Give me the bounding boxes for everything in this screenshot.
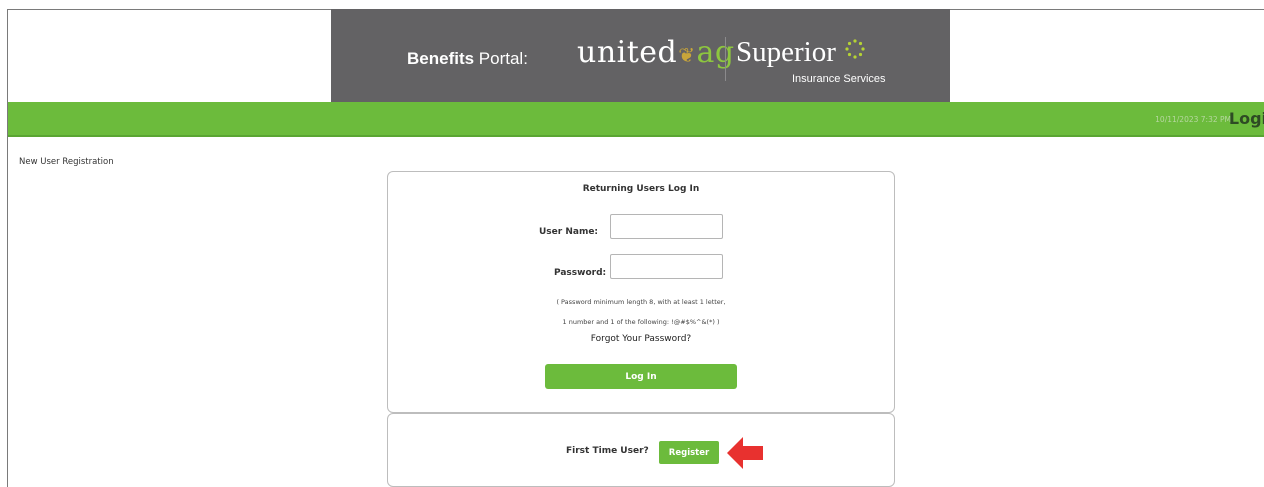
superior-logo-subtitle: Insurance Services [792, 73, 886, 85]
password-hint-line2: 1 number and 1 of the following: !@#$%^&… [562, 318, 720, 326]
login-button[interactable]: Log In [545, 364, 737, 389]
password-hint-line1: ( Password minimum length 8, with at lea… [556, 298, 726, 306]
register-panel: First Time User? Register [387, 413, 895, 487]
sun-icon [845, 39, 865, 59]
password-label: Password: [554, 268, 607, 278]
top-navbar: 10/11/2023 7:32 PM Logi [8, 102, 1264, 137]
username-label: User Name: [539, 227, 599, 237]
login-panel-title: Returning Users Log In [582, 184, 700, 194]
header-banner: Benefits Portal: united❦ag Superior Insu… [331, 9, 950, 102]
leaf-icon: ❦ [678, 43, 696, 67]
login-link[interactable]: Logi [1229, 109, 1264, 128]
portal-label: Benefits Portal: [407, 49, 528, 68]
forgot-password-link[interactable]: Forgot Your Password? [388, 334, 894, 344]
superior-logo: Superior [736, 36, 836, 68]
password-input[interactable] [610, 254, 723, 279]
new-user-registration-link[interactable]: New User Registration [19, 157, 114, 167]
username-input[interactable] [610, 214, 723, 239]
first-time-user-label: First Time User? [566, 446, 649, 456]
logo-divider [725, 37, 726, 81]
united-ag-logo: united❦ag [577, 35, 735, 70]
login-panel: Returning Users Log In User Name: Passwo… [387, 171, 895, 413]
left-arrow-icon [727, 437, 763, 469]
register-button[interactable]: Register [659, 441, 719, 464]
current-datetime: 10/11/2023 7:32 PM [1155, 115, 1231, 124]
